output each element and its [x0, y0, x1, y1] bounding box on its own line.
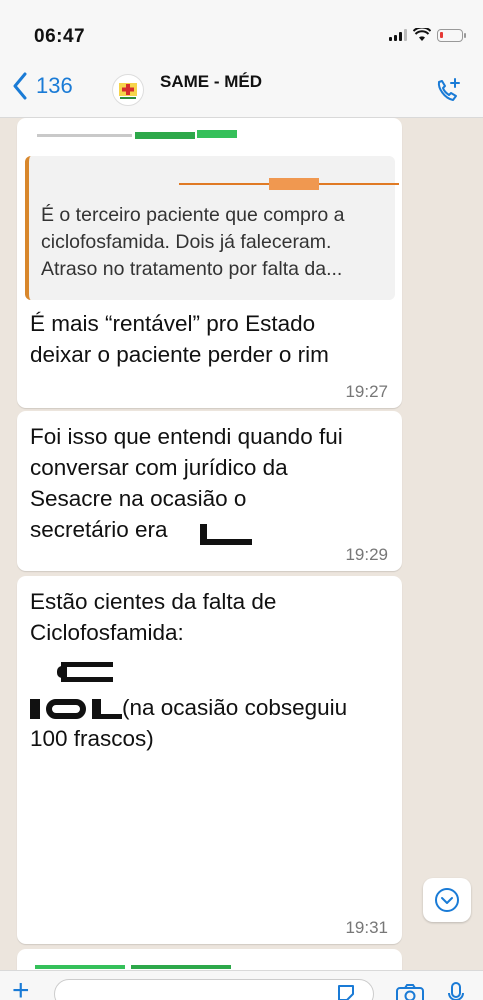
plus-icon[interactable]: + — [12, 976, 30, 1000]
unread-count: 136 — [36, 73, 73, 98]
message-line: (na ocasião cobseguiu — [122, 695, 348, 720]
redacted-text — [30, 696, 130, 722]
chat-area[interactable]: É o terceiro paciente que compro a ciclo… — [0, 118, 483, 970]
quote-line: ciclofosfamida. Dois já faleceram. — [41, 231, 332, 253]
quote-line: Atraso no tratamento por falta da... — [41, 258, 343, 280]
message-time: 19:27 — [345, 382, 388, 401]
chat-header: 136 SAME - MÉD — [0, 62, 483, 118]
status-bar: 06:47 — [0, 0, 483, 62]
message-bubble[interactable] — [17, 949, 402, 970]
message-bubble[interactable]: É o terceiro paciente que compro a ciclo… — [17, 118, 402, 408]
message-line: secretário era — [30, 517, 168, 542]
message-text: 100 frascos) — [30, 723, 154, 754]
message-text: É mais “rentável” pro Estado deixar o pa… — [30, 308, 329, 370]
group-avatar-icon[interactable] — [112, 74, 144, 106]
medical-cross-icon — [119, 83, 137, 99]
message-bubble[interactable]: Estão cientes da falta de Ciclofosfamida… — [17, 576, 402, 944]
message-bubble[interactable]: Foi isso que entendi quando fui conversa… — [17, 411, 402, 571]
message-text: Foi isso que entendi quando fui conversa… — [30, 421, 343, 545]
status-time: 06:47 — [34, 26, 86, 47]
message-line: conversar com jurídico da — [30, 455, 288, 480]
quote-line: É o terceiro paciente que compro a — [41, 204, 345, 226]
sender-name-redacted — [35, 963, 235, 970]
message-time: 19:29 — [345, 545, 388, 564]
signal-icon — [389, 29, 407, 41]
sender-name-redacted — [37, 130, 237, 140]
message-line: 100 frascos) — [30, 726, 154, 751]
wifi-icon — [413, 28, 431, 41]
camera-icon[interactable] — [395, 983, 425, 1000]
quoted-author-redacted — [179, 176, 399, 192]
message-text: Estão cientes da falta de Ciclofosfamida… — [30, 586, 276, 648]
message-line: Estão cientes da falta de — [30, 589, 277, 614]
message-line: É mais “rentável” pro Estado — [30, 311, 316, 336]
redacted-name — [57, 662, 117, 686]
redacted-name — [200, 524, 260, 546]
add-call-icon[interactable] — [433, 76, 463, 106]
quoted-message[interactable]: É o terceiro paciente que compro a ciclo… — [25, 156, 399, 300]
message-line: Ciclofosfamida: — [30, 620, 184, 645]
message-time: 19:31 — [345, 918, 388, 937]
group-title[interactable]: SAME - MÉD — [160, 72, 262, 92]
mic-icon[interactable] — [446, 981, 466, 1000]
message-text: (na ocasião cobseguiu — [122, 692, 347, 723]
message-input[interactable] — [54, 979, 374, 1000]
scroll-down-icon — [435, 888, 459, 912]
redact-circle — [46, 699, 86, 719]
battery-icon — [437, 28, 466, 42]
message-line: Sesacre na ocasião o — [30, 486, 247, 511]
back-chevron-icon — [13, 72, 27, 100]
back-button[interactable]: 136 — [12, 72, 73, 100]
sticker-icon[interactable] — [336, 983, 356, 1000]
quoted-text: É o terceiro paciente que compro a ciclo… — [41, 202, 345, 283]
message-line: Foi isso que entendi quando fui — [30, 424, 343, 449]
message-line: deixar o paciente perder o rim — [30, 342, 329, 367]
scroll-down-button[interactable] — [423, 878, 471, 922]
composer-bar: + — [0, 970, 483, 1000]
status-icons — [389, 28, 466, 42]
